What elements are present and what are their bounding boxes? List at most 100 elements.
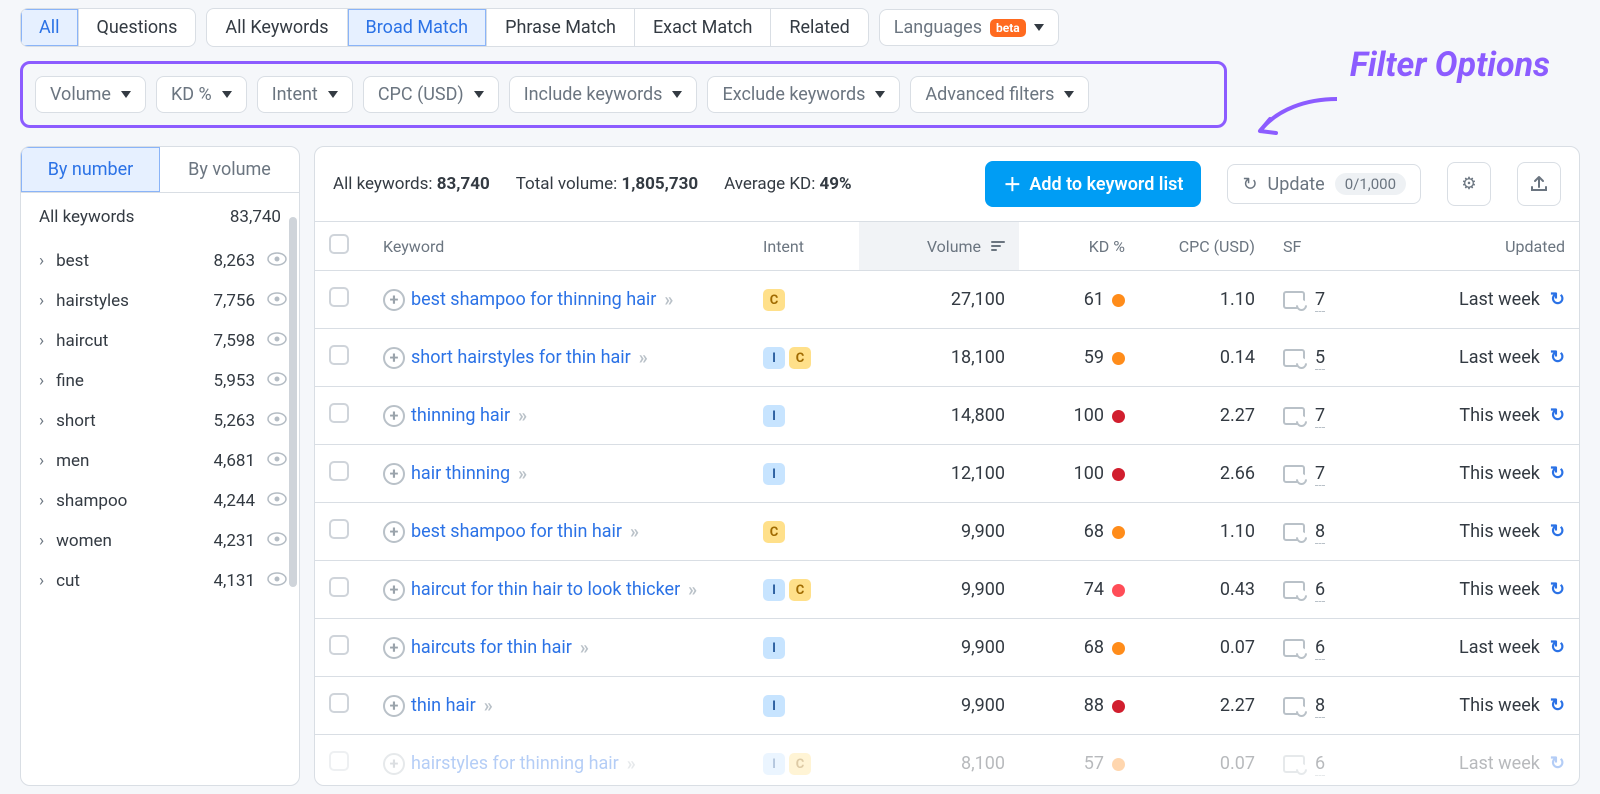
toggle-by-volume[interactable]: By volume <box>160 147 299 192</box>
sidebar-item[interactable]: ›shampoo4,244 <box>29 481 291 521</box>
sidebar-item[interactable]: ›cut4,131 <box>29 561 291 601</box>
open-icon[interactable]: » <box>664 289 670 310</box>
refresh-row-icon[interactable]: ↻ <box>1550 695 1565 716</box>
update-button[interactable]: ↻ Update 0/1,000 <box>1227 164 1421 204</box>
col-updated[interactable]: Updated <box>1389 222 1579 271</box>
keyword-link[interactable]: best shampoo for thin hair <box>411 521 622 542</box>
col-intent[interactable]: Intent <box>749 222 859 271</box>
eye-icon[interactable] <box>267 491 287 511</box>
expand-icon[interactable]: + <box>383 347 405 369</box>
refresh-row-icon[interactable]: ↻ <box>1550 753 1565 774</box>
open-icon[interactable]: » <box>688 579 694 600</box>
sidebar-item[interactable]: ›hairstyles7,756 <box>29 281 291 321</box>
refresh-row-icon[interactable]: ↻ <box>1550 637 1565 658</box>
select-all-checkbox[interactable] <box>329 234 349 254</box>
sidebar-item[interactable]: ›short5,263 <box>29 401 291 441</box>
eye-icon[interactable] <box>267 451 287 471</box>
col-kd[interactable]: KD % <box>1019 222 1139 271</box>
refresh-row-icon[interactable]: ↻ <box>1550 579 1565 600</box>
sidebar-item[interactable]: ›best8,263 <box>29 241 291 281</box>
tab-questions[interactable]: Questions <box>79 9 196 46</box>
row-checkbox[interactable] <box>329 693 349 713</box>
expand-icon[interactable]: + <box>383 405 405 427</box>
expand-icon[interactable]: + <box>383 695 405 717</box>
keyword-link[interactable]: thinning hair <box>411 405 510 426</box>
open-icon[interactable]: » <box>630 521 636 542</box>
settings-button[interactable]: ⚙ <box>1447 162 1491 206</box>
keyword-link[interactable]: best shampoo for thinning hair <box>411 289 656 310</box>
keyword-link[interactable]: short hairstyles for thin hair <box>411 347 631 368</box>
toggle-by-number[interactable]: By number <box>21 147 160 192</box>
tab-all[interactable]: All <box>21 9 79 46</box>
filter-include-keywords[interactable]: Include keywords <box>509 76 698 113</box>
expand-icon[interactable]: + <box>383 521 405 543</box>
tab-phrase-match[interactable]: Phrase Match <box>487 9 635 46</box>
keyword-link[interactable]: hair thinning <box>411 463 510 484</box>
refresh-row-icon[interactable]: ↻ <box>1550 463 1565 484</box>
eye-icon[interactable] <box>267 571 287 591</box>
serp-icon[interactable] <box>1283 465 1305 483</box>
keyword-link[interactable]: haircuts for thin hair <box>411 637 572 658</box>
serp-icon[interactable] <box>1283 697 1305 715</box>
open-icon[interactable]: » <box>580 637 586 658</box>
serp-icon[interactable] <box>1283 407 1305 425</box>
keyword-link[interactable]: haircut for thin hair to look thicker <box>411 579 680 600</box>
refresh-row-icon[interactable]: ↻ <box>1550 405 1565 426</box>
expand-icon[interactable]: + <box>383 753 405 775</box>
col-cpc[interactable]: CPC (USD) <box>1139 222 1269 271</box>
eye-icon[interactable] <box>267 531 287 551</box>
row-checkbox[interactable] <box>329 345 349 365</box>
serp-icon[interactable] <box>1283 581 1305 599</box>
expand-icon[interactable]: + <box>383 579 405 601</box>
row-checkbox[interactable] <box>329 461 349 481</box>
refresh-row-icon[interactable]: ↻ <box>1550 521 1565 542</box>
refresh-row-icon[interactable]: ↻ <box>1550 289 1565 310</box>
serp-icon[interactable] <box>1283 523 1305 541</box>
sidebar-item[interactable]: ›men4,681 <box>29 441 291 481</box>
col-sf[interactable]: SF <box>1269 222 1389 271</box>
expand-icon[interactable]: + <box>383 289 405 311</box>
row-checkbox[interactable] <box>329 577 349 597</box>
expand-icon[interactable]: + <box>383 637 405 659</box>
sidebar-item[interactable]: ›haircut7,598 <box>29 321 291 361</box>
eye-icon[interactable] <box>267 291 287 311</box>
keyword-link[interactable]: thin hair <box>411 695 476 716</box>
filter-intent[interactable]: Intent <box>257 76 353 113</box>
open-icon[interactable]: » <box>484 695 490 716</box>
open-icon[interactable]: » <box>639 347 645 368</box>
eye-icon[interactable] <box>267 411 287 431</box>
expand-icon[interactable]: + <box>383 463 405 485</box>
open-icon[interactable]: » <box>518 405 524 426</box>
tab-exact-match[interactable]: Exact Match <box>635 9 771 46</box>
tab-related[interactable]: Related <box>771 9 867 46</box>
sidebar-item[interactable]: ›women4,231 <box>29 521 291 561</box>
col-keyword[interactable]: Keyword <box>369 222 749 271</box>
filter-kd-[interactable]: KD % <box>156 76 247 113</box>
tab-all-keywords[interactable]: All Keywords <box>207 9 347 46</box>
serp-icon[interactable] <box>1283 291 1305 309</box>
tab-broad-match[interactable]: Broad Match <box>348 9 488 46</box>
serp-icon[interactable] <box>1283 755 1305 773</box>
serp-icon[interactable] <box>1283 639 1305 657</box>
row-checkbox[interactable] <box>329 403 349 423</box>
col-volume[interactable]: Volume <box>859 222 1019 271</box>
row-checkbox[interactable] <box>329 519 349 539</box>
filter-cpc-usd-[interactable]: CPC (USD) <box>363 76 499 113</box>
open-icon[interactable]: » <box>627 753 633 774</box>
eye-icon[interactable] <box>267 251 287 271</box>
row-checkbox[interactable] <box>329 287 349 307</box>
sidebar-all-row[interactable]: All keywords 83,740 <box>21 193 299 241</box>
serp-icon[interactable] <box>1283 349 1305 367</box>
add-to-keyword-list-button[interactable]: ＋ Add to keyword list <box>985 161 1201 207</box>
sidebar-item[interactable]: ›fine5,953 <box>29 361 291 401</box>
eye-icon[interactable] <box>267 371 287 391</box>
row-checkbox[interactable] <box>329 635 349 655</box>
keyword-link[interactable]: hairstyles for thinning hair <box>411 753 619 774</box>
open-icon[interactable]: » <box>518 463 524 484</box>
scrollbar[interactable] <box>289 217 297 587</box>
filter-exclude-keywords[interactable]: Exclude keywords <box>707 76 900 113</box>
export-button[interactable] <box>1517 162 1561 206</box>
languages-dropdown[interactable]: Languages beta <box>879 9 1059 46</box>
refresh-row-icon[interactable]: ↻ <box>1550 347 1565 368</box>
eye-icon[interactable] <box>267 331 287 351</box>
